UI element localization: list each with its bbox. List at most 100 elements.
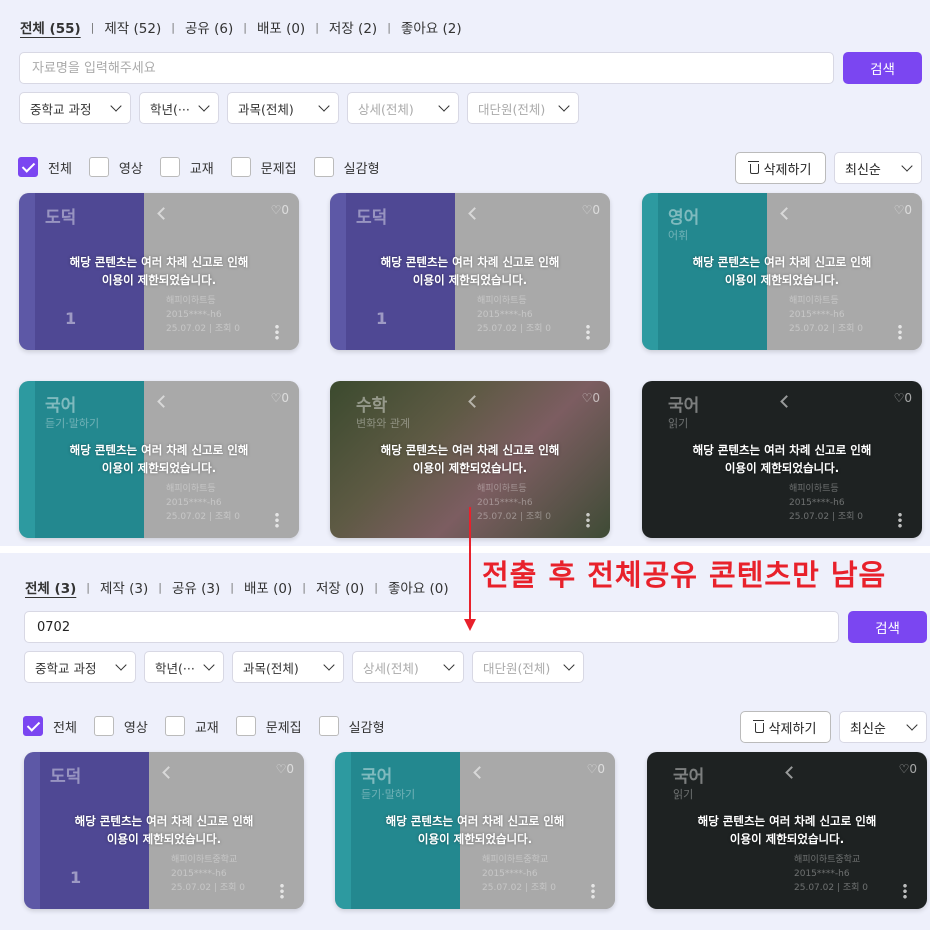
tab-created[interactable]: 제작 (3) [100, 577, 148, 597]
card-code: 2015****-h6 [789, 498, 845, 508]
checkbox-box[interactable] [230, 157, 251, 177]
checkbox-box[interactable] [18, 157, 38, 177]
sort-dropdown[interactable]: 최신순 [839, 711, 927, 743]
course-dropdown-label: 중학교 과정 [35, 660, 97, 676]
tab-saved[interactable]: 저장 (0) [316, 577, 364, 597]
like-count[interactable]: ♡0 [276, 762, 294, 776]
grade-dropdown-label: 학년(··· [155, 660, 195, 676]
like-count[interactable]: ♡0 [899, 762, 917, 776]
checkbox-box[interactable] [93, 716, 114, 736]
checkbox-all[interactable]: 전체 [18, 157, 72, 177]
more-options-icon[interactable] [898, 324, 902, 340]
tab-saved[interactable]: 저장 (2) [329, 17, 377, 37]
more-options-icon[interactable] [586, 512, 590, 528]
trash-icon [747, 161, 759, 174]
card-meta: 해피이하트등 2015****-h6 25.07.02 | 조회 0 [477, 294, 551, 336]
like-count[interactable]: ♡0 [894, 203, 912, 217]
detail-dropdown[interactable]: 상세(전체) [352, 651, 464, 683]
tab-liked[interactable]: 좋아요 (0) [388, 577, 449, 597]
checkbox-box[interactable] [159, 157, 180, 177]
course-dropdown[interactable]: 중학교 과정 [24, 651, 136, 683]
like-count[interactable]: ♡0 [582, 391, 600, 405]
content-card[interactable]: 국어 읽기 ♡0 해피이하트등 2015****-h6 25.07.02 | 조회 0 해당… [642, 381, 922, 538]
like-count[interactable]: ♡0 [271, 391, 289, 405]
content-card[interactable]: 도덕 1 ♡0 해피이하트등 2015****-h6 25.07.02 | 조회 0 해당 … [330, 193, 610, 350]
tab-shared[interactable]: 공유 (6) [185, 17, 233, 37]
sort-dropdown[interactable]: 최신순 [834, 152, 922, 184]
search-input[interactable] [24, 611, 839, 643]
checkbox-workbook[interactable]: 문제집 [230, 157, 297, 177]
subject-dropdown[interactable]: 과목(전체) [232, 651, 344, 683]
card-author: 해피이하트등 [166, 296, 216, 306]
grade-dropdown[interactable]: 학년(··· [139, 92, 219, 124]
like-count[interactable]: ♡0 [582, 203, 600, 217]
restriction-line-1: 해당 콘텐츠는 여러 차례 신고로 인해 [380, 255, 560, 269]
search-input[interactable] [19, 52, 834, 84]
checkbox-video[interactable]: 영상 [88, 157, 143, 177]
tab-distributed[interactable]: 배포 (0) [257, 17, 305, 37]
content-card[interactable]: 국어 듣기·말하기 ♡0 해피이하트등 2015****-h6 25.07.02 | 조회… [19, 381, 299, 538]
restriction-message: 해당 콘텐츠는 여러 차례 신고로 인해 이용이 제한되었습니다. [330, 441, 610, 477]
restriction-line-1: 해당 콘텐츠는 여러 차례 신고로 인해 [380, 443, 560, 457]
unit-dropdown[interactable]: 대단원(전체) [472, 651, 584, 683]
checkbox-label: 전체 [48, 161, 72, 177]
checkbox-video[interactable]: 영상 [93, 716, 148, 736]
restriction-message: 해당 콘텐츠는 여러 차례 신고로 인해 이용이 제한되었습니다. [642, 441, 922, 477]
checkbox-box[interactable] [23, 716, 43, 736]
more-options-icon[interactable] [275, 512, 279, 528]
more-options-icon[interactable] [903, 883, 907, 899]
checkbox-box[interactable] [313, 157, 334, 177]
restriction-message: 해당 콘텐츠는 여러 차례 신고로 인해 이용이 제한되었습니다. [19, 253, 299, 289]
restriction-line-2: 이용이 제한되었습니다. [101, 273, 217, 287]
restriction-line-2: 이용이 제한되었습니다. [724, 461, 840, 475]
checkbox-all[interactable]: 전체 [23, 716, 77, 736]
checkbox-box[interactable] [318, 716, 339, 736]
content-panel-after: 전체 (3) | 제작 (3) | 공유 (3) | 배포 (0) | 저장 (0) | … [0, 553, 930, 930]
more-options-icon[interactable] [586, 324, 590, 340]
checkbox-workbook[interactable]: 문제집 [235, 716, 302, 736]
checkbox-textbook[interactable]: 교재 [159, 157, 214, 177]
restriction-message: 해당 콘텐츠는 여러 차례 신고로 인해 이용이 제한되었습니다. [335, 812, 615, 848]
content-card[interactable]: 국어 읽기 ♡0 해피이하트중학교 2015****-h6 25.07.02 | 조회 0… [647, 752, 927, 909]
like-count[interactable]: ♡0 [271, 203, 289, 217]
tab-liked[interactable]: 좋아요 (2) [401, 17, 462, 37]
card-date: 25.07.02 | 조회 0 [166, 512, 240, 522]
like-count[interactable]: ♡0 [894, 391, 912, 405]
card-author: 해피이하트중학교 [171, 855, 238, 865]
checkbox-box[interactable] [164, 716, 185, 736]
delete-button[interactable]: 삭제하기 [740, 711, 831, 743]
unit-dropdown[interactable]: 대단원(전체) [467, 92, 579, 124]
detail-dropdown[interactable]: 상세(전체) [347, 92, 459, 124]
content-card[interactable]: 도덕 1 ♡0 해피이하트등 2015****-h6 25.07.02 | 조회 0 해당 … [19, 193, 299, 350]
subject-dropdown[interactable]: 과목(전체) [227, 92, 339, 124]
content-card[interactable]: 국어 듣기·말하기 ♡0 해피이하트중학교 2015****-h6 25.07.02 | … [335, 752, 615, 909]
more-options-icon[interactable] [591, 883, 595, 899]
card-meta: 해피이하트등 2015****-h6 25.07.02 | 조회 0 [789, 294, 863, 336]
tab-all[interactable]: 전체 (55) [20, 17, 81, 37]
checkbox-immersive[interactable]: 실감형 [313, 157, 380, 177]
checkbox-textbook[interactable]: 교재 [164, 716, 219, 736]
checkbox-box[interactable] [88, 157, 109, 177]
like-count[interactable]: ♡0 [587, 762, 605, 776]
card-subtitle: 어휘 [668, 229, 689, 242]
delete-button-label: 삭제하기 [768, 721, 817, 737]
more-options-icon[interactable] [898, 512, 902, 528]
content-card[interactable]: 영어 어휘 ♡0 해피이하트등 2015****-h6 25.07.02 | 조회 0 해당… [642, 193, 922, 350]
more-options-icon[interactable] [275, 324, 279, 340]
checkbox-label: 교재 [194, 720, 219, 736]
grade-dropdown[interactable]: 학년(··· [144, 651, 224, 683]
tab-created[interactable]: 제작 (52) [104, 17, 161, 37]
delete-button[interactable]: 삭제하기 [735, 152, 826, 184]
chevron-down-icon [563, 659, 575, 671]
course-dropdown[interactable]: 중학교 과정 [19, 92, 131, 124]
tab-all[interactable]: 전체 (3) [25, 577, 76, 597]
more-options-icon[interactable] [280, 883, 284, 899]
content-card[interactable]: 도덕 1 ♡0 해피이하트중학교 2015****-h6 25.07.02 | 조회 0해… [24, 752, 304, 909]
checkbox-box[interactable] [235, 716, 256, 736]
tab-shared[interactable]: 공유 (3) [172, 577, 220, 597]
search-button[interactable]: 검색 [843, 52, 922, 84]
checkbox-immersive[interactable]: 실감형 [318, 716, 385, 736]
like-count-value: 0 [281, 203, 289, 217]
tab-distributed[interactable]: 배포 (0) [244, 577, 292, 597]
search-button[interactable]: 검색 [848, 611, 927, 643]
